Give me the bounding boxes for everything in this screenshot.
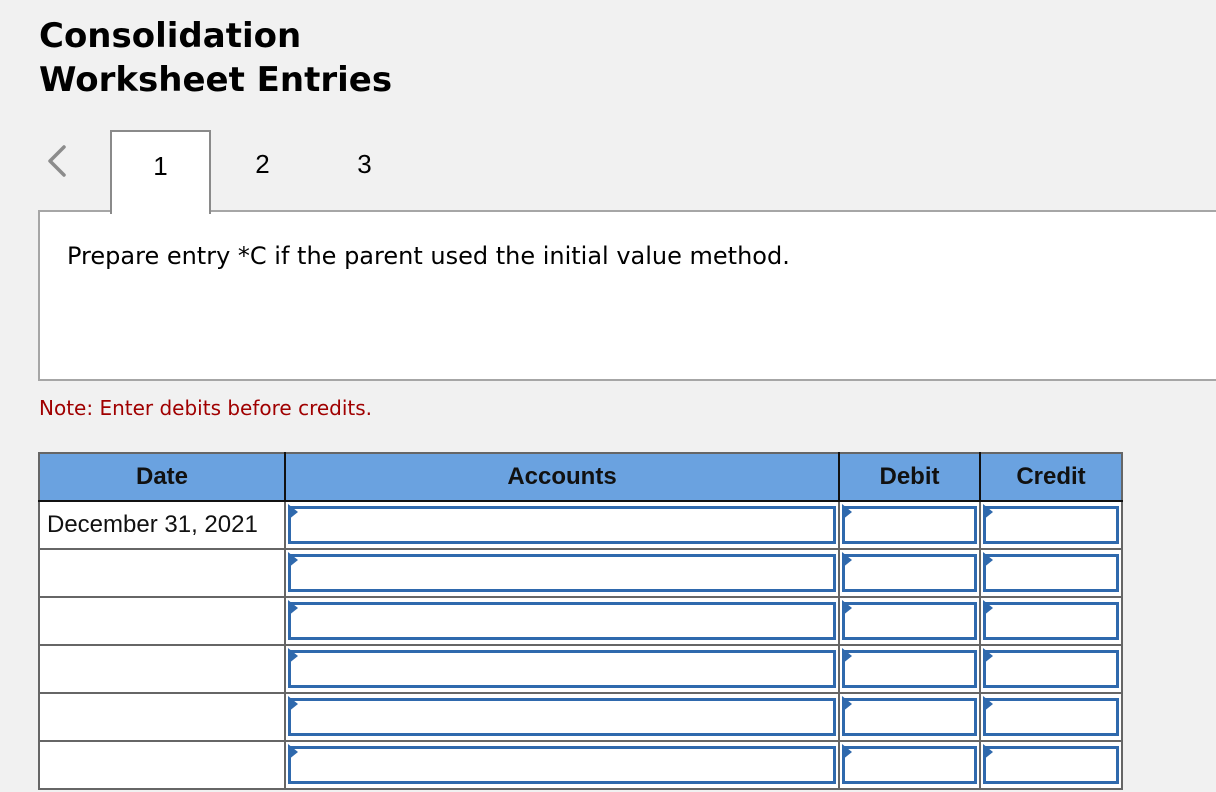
journal-entry-table: Date Accounts Debit Credit December 31, … [38, 452, 1123, 790]
account-input[interactable] [288, 698, 836, 736]
credit-input[interactable] [983, 602, 1119, 640]
credit-cell [979, 596, 1123, 646]
debit-cell [838, 548, 981, 598]
account-input[interactable] [288, 602, 836, 640]
account-input[interactable] [288, 506, 836, 544]
column-header-date: Date [38, 452, 286, 502]
account-input[interactable] [288, 554, 836, 592]
tab-1[interactable]: 1 [110, 130, 211, 214]
debit-cell [838, 644, 981, 694]
credit-cell [979, 548, 1123, 598]
debit-input[interactable] [842, 746, 977, 784]
column-header-debit: Debit [838, 452, 981, 502]
table-row [38, 548, 1123, 598]
question-panel: Prepare entry *C if the parent used the … [38, 210, 1216, 381]
account-cell [284, 596, 840, 646]
debit-input[interactable] [842, 602, 977, 640]
credit-cell [979, 692, 1123, 742]
account-cell [284, 692, 840, 742]
credit-input[interactable] [983, 506, 1119, 544]
date-cell [38, 548, 286, 598]
debit-input[interactable] [842, 506, 977, 544]
table-header-row: Date Accounts Debit Credit [38, 452, 1123, 502]
debit-cell [838, 692, 981, 742]
debit-cell [838, 500, 981, 550]
date-cell [38, 596, 286, 646]
chevron-left-icon [48, 145, 66, 177]
question-prompt: Prepare entry *C if the parent used the … [67, 242, 790, 270]
page-title: Consolidation Worksheet Entries [39, 14, 392, 102]
table-row [38, 740, 1123, 790]
column-header-credit: Credit [979, 452, 1123, 502]
credit-cell [979, 740, 1123, 790]
credit-input[interactable] [983, 698, 1119, 736]
credit-cell [979, 500, 1123, 550]
account-cell [284, 740, 840, 790]
question-tabs: 1 2 3 [0, 130, 1216, 214]
credit-input[interactable] [983, 746, 1119, 784]
page-title-line-1: Consolidation [39, 16, 302, 56]
page-title-line-2: Worksheet Entries [39, 60, 393, 100]
debit-input[interactable] [842, 554, 977, 592]
date-cell [38, 740, 286, 790]
column-header-accounts: Accounts [284, 452, 840, 502]
table-row [38, 644, 1123, 694]
credit-cell [979, 644, 1123, 694]
debit-input[interactable] [842, 698, 977, 736]
account-cell [284, 548, 840, 598]
credit-input[interactable] [983, 650, 1119, 688]
debit-cell [838, 740, 981, 790]
tab-3[interactable]: 3 [314, 130, 415, 212]
date-cell [38, 692, 286, 742]
entry-note: Note: Enter debits before credits. [39, 396, 373, 420]
account-cell [284, 500, 840, 550]
date-cell: December 31, 2021 [38, 500, 286, 550]
previous-tab-button[interactable] [42, 144, 72, 178]
credit-input[interactable] [983, 554, 1119, 592]
table-row: December 31, 2021 [38, 500, 1123, 550]
date-cell [38, 644, 286, 694]
tab-2[interactable]: 2 [212, 130, 313, 212]
debit-input[interactable] [842, 650, 977, 688]
account-input[interactable] [288, 746, 836, 784]
table-row [38, 692, 1123, 742]
table-row [38, 596, 1123, 646]
debit-cell [838, 596, 981, 646]
account-input[interactable] [288, 650, 836, 688]
account-cell [284, 644, 840, 694]
